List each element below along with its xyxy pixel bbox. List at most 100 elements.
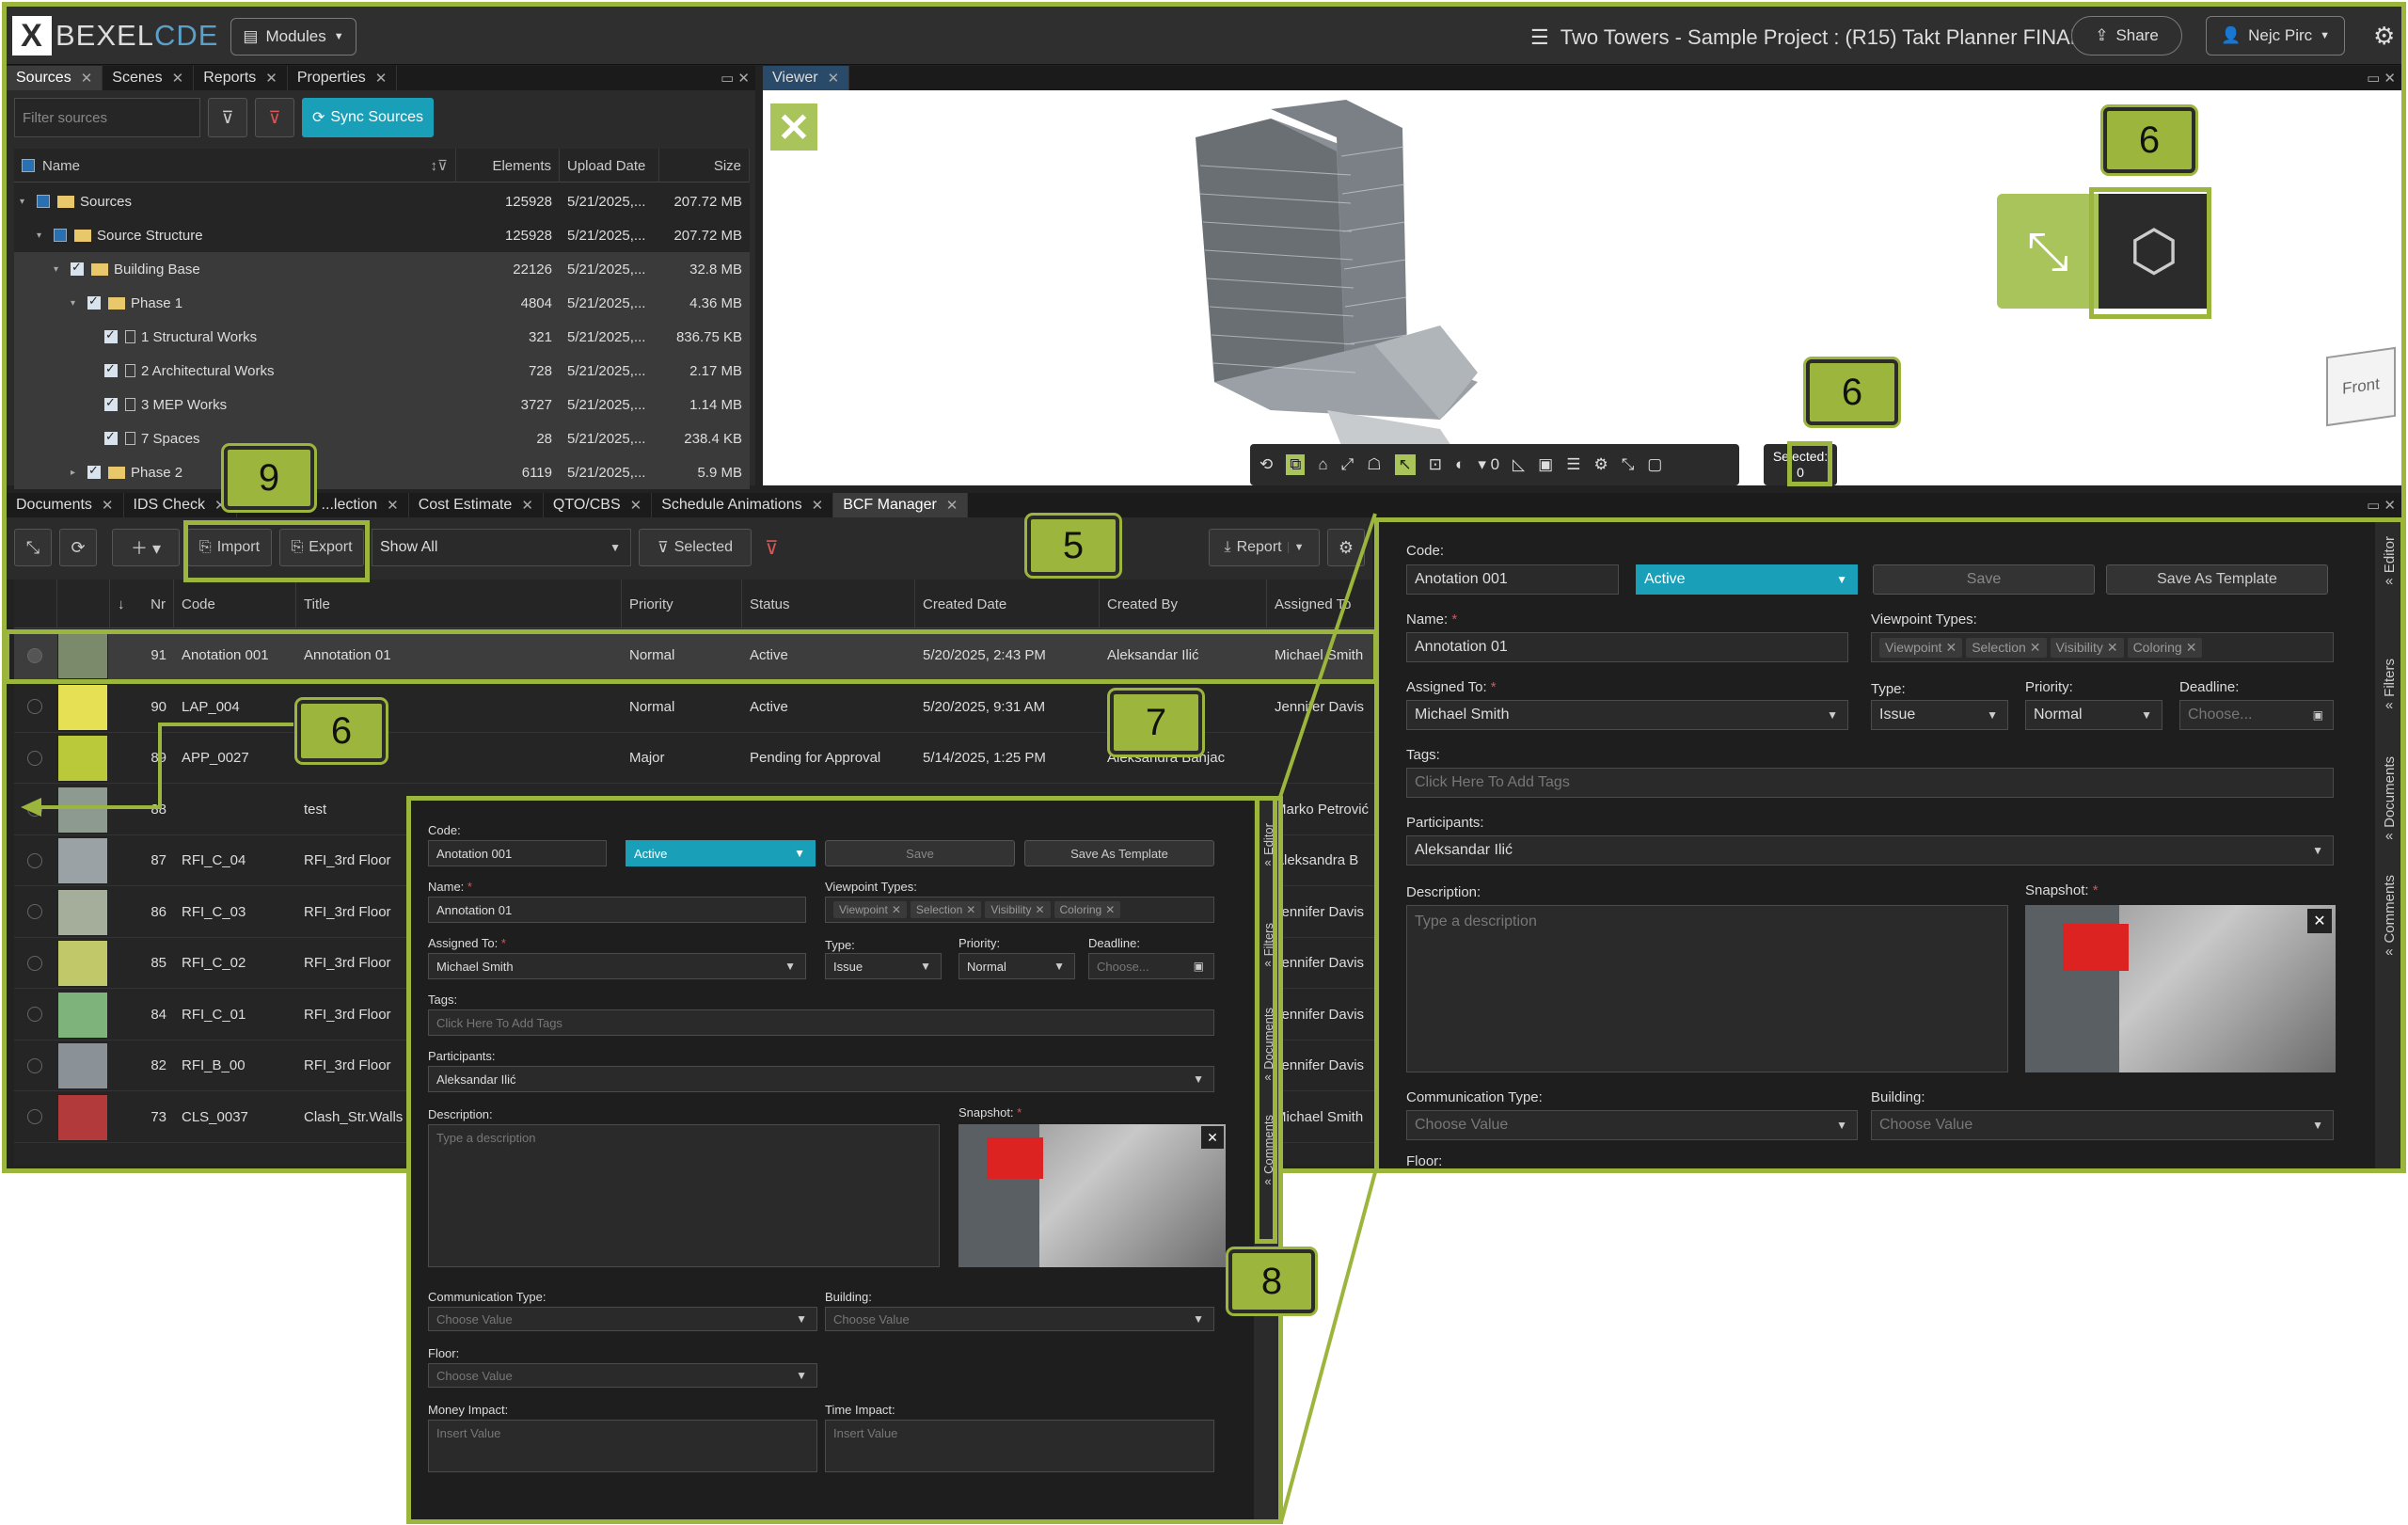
collapse-icon[interactable]: ⤡: [1622, 455, 1635, 474]
row-select-radio[interactable]: [27, 750, 42, 766]
close-icon[interactable]: ✕: [102, 497, 114, 514]
side-tab-filters[interactable]: Filters «: [2375, 659, 2401, 749]
close-icon[interactable]: ✕: [521, 497, 533, 514]
tags-input[interactable]: Click Here To Add Tags: [1406, 768, 2334, 798]
close-icon[interactable]: ✕: [812, 497, 824, 514]
side-tab-documents[interactable]: Documents «: [1254, 1008, 1278, 1111]
row-select-radio[interactable]: [27, 904, 42, 919]
row-select-radio[interactable]: [27, 647, 42, 663]
source-row[interactable]: ▸ Phase 2 6119 5/21/2025,... 5.9 MB: [14, 455, 750, 489]
description-textarea[interactable]: Type a description: [1406, 905, 2008, 1072]
export-button[interactable]: ⎘ Export: [279, 529, 364, 566]
refresh-icon[interactable]: ⟳: [59, 529, 97, 566]
source-row[interactable]: 3 MEP Works 3727 5/21/2025,... 1.14 MB: [14, 388, 750, 421]
side-tab-comments[interactable]: Comments «: [1254, 1115, 1278, 1218]
source-row[interactable]: 1 Structural Works 321 5/21/2025,... 836.75…: [14, 320, 750, 354]
list-icon[interactable]: ☰: [1566, 455, 1580, 474]
building-model[interactable]: [1158, 100, 1562, 457]
fit-icon[interactable]: ⤢: [1341, 455, 1354, 474]
cube-eye-icon-large[interactable]: ⬡: [2099, 194, 2210, 309]
close-icon[interactable]: ✕: [172, 70, 184, 87]
user-menu-button[interactable]: 👤 Nejc Pirc ▼: [2206, 16, 2345, 56]
tab-properties[interactable]: Properties ✕: [288, 66, 398, 90]
viewpoint-types-field[interactable]: Viewpoint ✕ Selection ✕ Visibility ✕ Colori…: [1871, 632, 2334, 662]
orbit-icon[interactable]: ⟲: [1259, 455, 1273, 474]
assigned-select[interactable]: Michael Smith ▼: [428, 953, 806, 979]
visibility-icon[interactable]: ◐: [1455, 455, 1465, 474]
expand-icon[interactable]: ▸: [71, 468, 87, 478]
chip-viewpoint[interactable]: Viewpoint ✕: [833, 901, 907, 918]
side-tab-comments[interactable]: Comments «: [2375, 875, 2401, 992]
col-priority[interactable]: Priority: [622, 580, 742, 628]
col-name[interactable]: Name ↕⊽: [14, 149, 456, 183]
building-select[interactable]: Choose Value ▼: [1871, 1110, 2334, 1140]
row-select-radio[interactable]: [27, 1057, 42, 1073]
participants-select[interactable]: Aleksandar Ilić ▼: [1406, 835, 2334, 866]
panel-window-icons[interactable]: ▭ ✕: [2367, 497, 2396, 514]
col-code[interactable]: Code: [174, 580, 296, 628]
status-select[interactable]: Active ▼: [626, 840, 816, 866]
side-tab-editor[interactable]: Editor «: [2375, 536, 2401, 627]
chip-visibility[interactable]: Visibility ✕: [985, 901, 1051, 918]
source-row[interactable]: 2 Architectural Works 728 5/21/2025,... 2.1…: [14, 354, 750, 388]
row-select-radio[interactable]: [27, 1007, 42, 1022]
money-impact-input[interactable]: Insert Value: [428, 1420, 817, 1472]
checkbox[interactable]: [104, 361, 118, 377]
row-select-radio[interactable]: [27, 955, 42, 971]
count-dropdown[interactable]: ▾ 0: [1478, 455, 1499, 474]
collapse-tree-icon[interactable]: ▾: [20, 197, 37, 207]
filter-icon[interactable]: ⊽: [208, 98, 247, 137]
collapse-tree-icon[interactable]: ▾: [54, 264, 71, 275]
col-created-by[interactable]: Created By: [1100, 580, 1267, 628]
image-icon[interactable]: ▣: [1538, 455, 1553, 474]
chip-visibility[interactable]: Visibility ✕: [2050, 637, 2124, 658]
row-select-radio[interactable]: [27, 1109, 42, 1124]
tab-schedule-animations[interactable]: Schedule Animations ✕: [652, 493, 834, 517]
source-row[interactable]: ▾ Building Base 22126 5/21/2025,... 32.8 MB: [14, 252, 750, 286]
clear-filter-icon[interactable]: ⊽: [255, 98, 294, 137]
chip-selection[interactable]: Selection ✕: [910, 901, 982, 918]
import-button[interactable]: ⎘ Import: [187, 529, 272, 566]
selected-filter-button[interactable]: ⊽ Selected: [639, 529, 752, 566]
gear-icon[interactable]: ⚙: [2373, 22, 2395, 51]
participants-select[interactable]: Aleksandar Ilić ▼: [428, 1066, 1214, 1092]
modules-button[interactable]: ▤ Modules ▼: [230, 18, 356, 56]
chip-viewpoint[interactable]: Viewpoint ✕: [1879, 637, 1963, 658]
show-all-select[interactable]: Show All ▼: [372, 529, 631, 566]
panel-window-icons[interactable]: ▭ ✕: [2367, 70, 2396, 87]
side-tab-documents[interactable]: Documents «: [2375, 756, 2401, 873]
communication-select[interactable]: Choose Value ▼: [1406, 1110, 1858, 1140]
calendar-icon[interactable]: ▣: [1194, 960, 1204, 973]
settings-gear-icon[interactable]: ⚙: [1327, 529, 1365, 566]
share-button[interactable]: ⇪ Share: [2071, 16, 2182, 56]
save-button[interactable]: Save: [825, 840, 1015, 866]
source-row[interactable]: ▾ Sources 125928 5/21/2025,... 207.72 MB: [14, 184, 750, 218]
bcf-row[interactable]: 91 Anotation 001 Annotation 01 Normal Active…: [14, 630, 1376, 681]
collapse-tree-icon[interactable]: ▾: [37, 230, 54, 241]
checkbox[interactable]: [37, 195, 50, 208]
type-select[interactable]: Issue ▼: [1871, 700, 2008, 730]
checkbox[interactable]: [87, 463, 101, 479]
code-input[interactable]: Anotation 001: [1406, 564, 1619, 595]
close-icon[interactable]: ✕: [946, 497, 958, 514]
deadline-picker[interactable]: Choose... ▣: [2179, 700, 2334, 730]
code-input[interactable]: Anotation 001: [428, 840, 607, 866]
status-select[interactable]: Active ▼: [1636, 564, 1858, 595]
calendar-icon[interactable]: ▣: [2313, 708, 2323, 722]
col-assigned[interactable]: Assigned To: [1267, 580, 1376, 628]
checkbox[interactable]: [104, 327, 118, 343]
close-icon[interactable]: ✕: [828, 70, 840, 87]
add-dropdown-button[interactable]: ＋ ▾: [112, 529, 180, 566]
close-icon[interactable]: ✕: [387, 497, 399, 514]
chip-coloring[interactable]: Coloring ✕: [1054, 901, 1121, 918]
tab-documents[interactable]: Documents ✕: [7, 493, 124, 517]
tab-bcf-manager[interactable]: BCF Manager ✕: [833, 493, 969, 517]
collapse-tree-icon[interactable]: ▾: [71, 298, 87, 309]
save-button[interactable]: Save: [1873, 564, 2095, 595]
tab-scenes[interactable]: Scenes ✕: [103, 66, 195, 90]
col-select[interactable]: [14, 580, 57, 628]
remove-snapshot-icon[interactable]: ✕: [2307, 909, 2332, 933]
chip-selection[interactable]: Selection ✕: [1966, 637, 2047, 658]
chip-coloring[interactable]: Coloring ✕: [2127, 637, 2203, 658]
section-box-icon[interactable]: ⊡: [1429, 455, 1442, 474]
